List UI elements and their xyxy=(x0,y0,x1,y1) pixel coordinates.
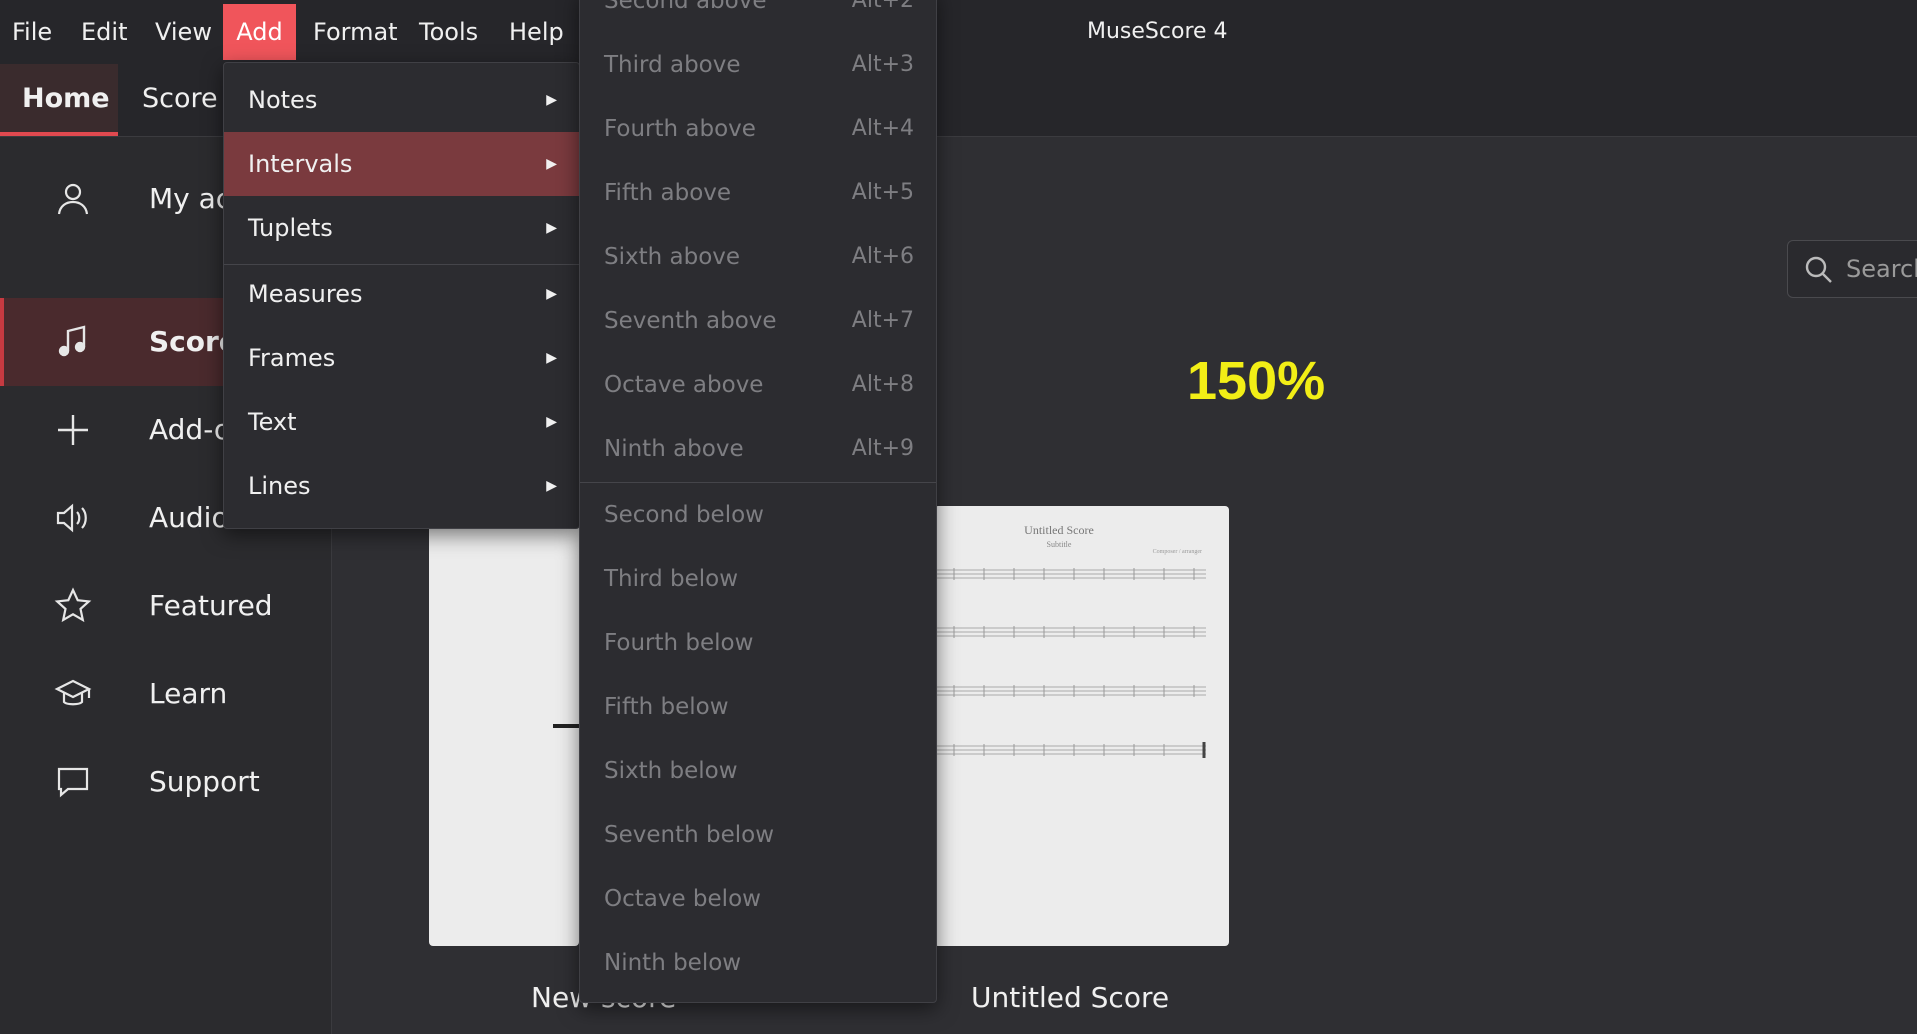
interval-item[interactable]: Seventh above Alt+7 xyxy=(580,289,936,353)
interval-item[interactable]: Sixth below xyxy=(580,739,936,803)
interval-label: Second below xyxy=(604,502,764,528)
add-menu-item-lines[interactable]: Lines ▶ xyxy=(224,454,579,518)
interval-label: Octave above xyxy=(604,372,764,398)
speaker-icon xyxy=(56,503,87,533)
menu-item-label: Tuplets xyxy=(248,214,333,242)
search-placeholder: Search xyxy=(1846,255,1917,283)
interval-shortcut: Alt+7 xyxy=(851,308,914,333)
sidebar-item-learn[interactable]: Learn xyxy=(0,650,331,738)
interval-label: Fifth above xyxy=(604,180,732,206)
sidebar-label: Audio xyxy=(149,501,229,534)
add-menu-item-text[interactable]: Text ▶ xyxy=(224,390,579,454)
add-menu-item-intervals[interactable]: Intervals ▶ xyxy=(224,132,579,196)
menu-item-label: Notes xyxy=(248,86,318,114)
submenu-arrow-icon: ▶ xyxy=(546,92,557,108)
menu-item-label: Frames xyxy=(248,344,336,372)
interval-label: Seventh above xyxy=(604,308,777,334)
interval-label: Third above xyxy=(604,52,741,78)
menu-item-label: Measures xyxy=(248,280,363,308)
menu-tools[interactable]: Tools xyxy=(407,4,490,60)
interval-item[interactable]: Ninth below xyxy=(580,931,936,995)
search-icon xyxy=(1805,256,1832,283)
interval-item[interactable]: Seventh below xyxy=(580,803,936,867)
interval-shortcut: Alt+4 xyxy=(851,116,914,141)
interval-shortcut: Alt+3 xyxy=(851,52,914,77)
menu-edit[interactable]: Edit xyxy=(69,4,139,60)
sidebar-item-support[interactable]: Support xyxy=(0,738,331,826)
graduation-cap-icon xyxy=(54,679,92,706)
thumb-title: Untitled Score xyxy=(1024,523,1094,537)
zoom-overlay: 150% xyxy=(1187,351,1326,411)
interval-label: Ninth below xyxy=(604,950,742,976)
interval-item[interactable]: Fourth above Alt+4 xyxy=(580,97,936,161)
submenu-arrow-icon: ▶ xyxy=(546,350,557,366)
tab-home[interactable]: Home xyxy=(0,64,118,136)
interval-item[interactable]: Octave above Alt+8 xyxy=(580,353,936,417)
interval-label: Third below xyxy=(604,566,739,592)
menu-view[interactable]: View xyxy=(143,4,224,60)
score-thumbnail: Untitled Score Subtitle Composer / arran… xyxy=(936,523,1206,758)
menu-format[interactable]: Format xyxy=(301,4,410,60)
thumb-composer: Composer / arranger xyxy=(1153,549,1202,555)
sidebar-label: Learn xyxy=(149,677,228,710)
app-title: MuseScore 4 xyxy=(1087,19,1228,44)
interval-shortcut: Alt+9 xyxy=(851,436,914,461)
sidebar-label: Add-o xyxy=(149,413,231,446)
sidebar-label: Featured xyxy=(149,589,273,622)
interval-item[interactable]: Second above Alt+2 xyxy=(580,0,936,33)
interval-item[interactable]: Octave below xyxy=(580,867,936,931)
interval-item[interactable]: Fifth below xyxy=(580,675,936,739)
menu-item-label: Lines xyxy=(248,472,311,500)
interval-label: Seventh below xyxy=(604,822,775,848)
add-menu-item-measures[interactable]: Measures ▶ xyxy=(224,262,579,326)
interval-label: Ninth above xyxy=(604,436,744,462)
interval-item[interactable]: Sixth above Alt+6 xyxy=(580,225,936,289)
interval-item[interactable]: Fifth above Alt+5 xyxy=(580,161,936,225)
interval-label: Fourth above xyxy=(604,116,756,142)
user-icon xyxy=(57,183,89,215)
interval-label: Sixth above xyxy=(604,244,741,270)
sidebar-item-featured[interactable]: Featured xyxy=(0,562,331,650)
interval-shortcut: Alt+8 xyxy=(851,372,914,397)
interval-shortcut: Alt+5 xyxy=(851,180,914,205)
add-menu-item-notes[interactable]: Notes ▶ xyxy=(224,68,579,132)
add-menu: Notes ▶ Intervals ▶ Tuplets ▶ Measures ▶… xyxy=(223,62,580,529)
interval-label: Fifth below xyxy=(604,694,729,720)
interval-label: Second above xyxy=(604,0,767,14)
plus-icon xyxy=(58,415,88,445)
interval-label: Fourth below xyxy=(604,630,754,656)
interval-label: Octave below xyxy=(604,886,761,912)
untitled-score-card[interactable]: Untitled Score Subtitle Composer / arran… xyxy=(934,506,1229,946)
interval-label: Sixth below xyxy=(604,758,738,784)
add-menu-item-frames[interactable]: Frames ▶ xyxy=(224,326,579,390)
interval-shortcut: Alt+2 xyxy=(851,0,914,13)
star-icon xyxy=(54,587,92,623)
submenu-arrow-icon: ▶ xyxy=(546,220,557,236)
submenu-arrow-icon: ▶ xyxy=(546,156,557,172)
add-menu-item-tuplets[interactable]: Tuplets ▶ xyxy=(224,196,579,260)
intervals-submenu: Second above Alt+2 Third above Alt+3 Fou… xyxy=(579,0,937,1003)
interval-item[interactable]: Second below xyxy=(580,483,936,547)
search-input[interactable]: Search xyxy=(1787,240,1917,298)
thumb-subtitle: Subtitle xyxy=(1047,540,1072,549)
untitled-score-caption: Untitled Score xyxy=(971,981,1170,1014)
sidebar-label: Support xyxy=(149,765,260,798)
tab-score[interactable]: Score xyxy=(120,64,240,136)
submenu-arrow-icon: ▶ xyxy=(546,286,557,302)
chat-bubble-icon xyxy=(57,767,89,798)
submenu-arrow-icon: ▶ xyxy=(546,478,557,494)
menu-item-label: Text xyxy=(248,408,297,436)
menu-item-label: Intervals xyxy=(248,150,353,178)
music-note-icon xyxy=(58,325,86,357)
sidebar-label: My ac xyxy=(149,182,232,215)
interval-item[interactable]: Third above Alt+3 xyxy=(580,33,936,97)
menu-help[interactable]: Help xyxy=(497,4,576,60)
interval-shortcut: Alt+6 xyxy=(851,244,914,269)
submenu-arrow-icon: ▶ xyxy=(546,414,557,430)
interval-item[interactable]: Third below xyxy=(580,547,936,611)
menu-add[interactable]: Add xyxy=(223,4,296,60)
interval-item[interactable]: Ninth above Alt+9 xyxy=(580,417,936,481)
interval-item[interactable]: Fourth below xyxy=(580,611,936,675)
menu-file[interactable]: File xyxy=(0,4,64,60)
